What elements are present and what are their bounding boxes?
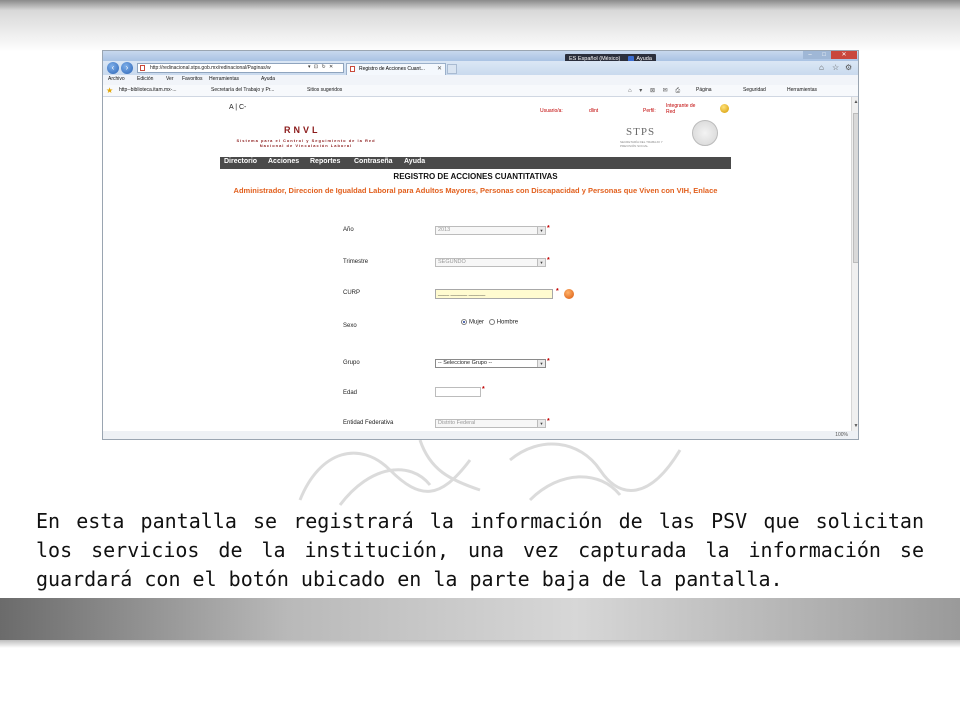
profile-label: Perfil:: [643, 108, 656, 114]
vertical-scrollbar[interactable]: ▲ ▼: [851, 97, 858, 431]
scroll-thumb[interactable]: [853, 113, 858, 263]
chevron-down-icon[interactable]: ▼: [537, 227, 545, 234]
watermark-emblem: [298, 439, 682, 506]
select-grupo-value: -- Seleccione Grupo --: [438, 360, 493, 366]
tab-title: Registro de Acciones Cuant...: [359, 66, 425, 72]
close-window-button[interactable]: ✕: [831, 51, 857, 59]
menu-herramientas[interactable]: Herramientas: [209, 76, 239, 82]
edad-input[interactable]: [435, 387, 481, 397]
required-mark: *: [547, 358, 550, 365]
form-subtitle: Administrador, Direccion de Igualdad Lab…: [233, 186, 718, 195]
label-edad: Edad: [343, 390, 358, 396]
label-curp: CURP: [343, 290, 361, 296]
select-entidad[interactable]: Distrito Federal ▼: [435, 419, 546, 428]
required-mark: *: [547, 225, 550, 232]
menu-ver[interactable]: Ver: [166, 76, 174, 82]
slide-band-shadow: [0, 640, 960, 648]
required-mark: *: [547, 418, 550, 425]
address-bar: ‹ › http://redinacional.stps.gob.mx/redi…: [103, 61, 858, 75]
required-mark: *: [556, 288, 559, 295]
label-trimestre: Trimestre: [343, 259, 369, 265]
favorite-link-biblioteca[interactable]: http--biblioteca.itam.mx-...: [119, 87, 177, 93]
user-name: dlint: [589, 108, 599, 114]
maximize-button[interactable]: □: [817, 51, 831, 59]
tab-page-icon: [350, 66, 355, 72]
toolbar-herramientas[interactable]: Herramientas: [787, 87, 817, 93]
minimize-button[interactable]: –: [803, 51, 817, 59]
agency-logo-text: STPS: [626, 126, 656, 138]
url-text: http://redinacional.stps.gob.mx/redinaci…: [150, 65, 271, 71]
favorites-star-icon[interactable]: ☆: [832, 63, 839, 72]
favorite-link-sugeridos[interactable]: Sitios sugeridos: [307, 87, 342, 93]
chevron-down-icon[interactable]: ▼: [537, 360, 545, 367]
slide-top-gradient: [0, 0, 960, 52]
nav-contrasena[interactable]: Contraseña: [354, 158, 393, 165]
menu-favoritos[interactable]: Favoritos: [182, 76, 203, 82]
scroll-down-icon[interactable]: ▼: [853, 423, 858, 429]
required-mark: *: [482, 386, 485, 393]
curp-lookup-icon[interactable]: [564, 289, 574, 299]
chevron-down-icon[interactable]: ▼: [537, 259, 545, 266]
menu-edicion[interactable]: Edición: [137, 76, 153, 82]
radio-hombre[interactable]: [488, 319, 495, 325]
radio-mujer[interactable]: [461, 319, 467, 325]
favorites-star-icon[interactable]: ★: [106, 87, 114, 95]
scroll-up-icon[interactable]: ▲: [853, 99, 858, 105]
select-grupo[interactable]: -- Seleccione Grupo -- ▼: [435, 359, 546, 368]
nav-acciones[interactable]: Acciones: [268, 158, 299, 165]
menu-bar: Archivo Edición Ver Favoritos Herramient…: [103, 75, 858, 85]
slide-caption: En esta pantalla se registrará la inform…: [36, 509, 924, 591]
status-bar: 100%: [103, 431, 858, 439]
nav-reportes[interactable]: Reportes: [310, 158, 340, 165]
browser-screenshot: – □ ✕ ES Español (México) Ayuda ‹ › http…: [102, 50, 859, 440]
new-tab-button[interactable]: [447, 64, 457, 74]
favorites-bar: ★ http--biblioteca.itam.mx-... Secretarí…: [103, 85, 858, 97]
sexo-radio-group: Mujer Hombre: [461, 319, 518, 326]
home-icon[interactable]: ⌂: [819, 63, 824, 72]
national-seal-icon: [692, 120, 718, 146]
profile-value: Integrante de Red: [666, 103, 696, 115]
settings-gear-icon[interactable]: ⚙: [845, 63, 852, 72]
label-anio: Año: [343, 227, 354, 233]
toolbar-pagina[interactable]: Página: [696, 87, 712, 93]
select-trimestre[interactable]: SEGUNDO ▼: [435, 258, 546, 267]
toolbar-seguridad[interactable]: Seguridad: [743, 87, 766, 93]
font-size-controls[interactable]: A | C-: [229, 104, 246, 111]
back-button[interactable]: ‹: [107, 62, 119, 74]
radio-mujer-label: Mujer: [469, 319, 485, 326]
label-sexo: Sexo: [343, 323, 357, 329]
browser-tab[interactable]: Registro de Acciones Cuant... ✕: [346, 63, 446, 75]
nav-ayuda[interactable]: Ayuda: [404, 158, 425, 165]
zoom-level[interactable]: 100%: [835, 432, 848, 438]
label-grupo: Grupo: [343, 360, 360, 366]
menu-ayuda[interactable]: Ayuda: [261, 76, 275, 82]
radio-hombre-label: Hombre: [496, 319, 519, 326]
logout-icon[interactable]: [720, 104, 729, 113]
favorite-link-stps[interactable]: Secretaría del Trabajo y Pr...: [211, 87, 274, 93]
select-anio-value: 2013: [438, 227, 451, 233]
select-anio[interactable]: 2013 ▼: [435, 226, 546, 235]
window-titlebar: – □ ✕: [103, 51, 858, 61]
required-mark: *: [547, 257, 550, 264]
page-icon: [140, 65, 145, 71]
menu-archivo[interactable]: Archivo: [108, 76, 125, 82]
select-trimestre-value: SEGUNDO: [438, 259, 466, 265]
forward-button[interactable]: ›: [121, 62, 133, 74]
form-title: REGISTRO DE ACCIONES CUANTITATIVAS: [393, 172, 558, 181]
user-label: Usuario/a:: [540, 108, 563, 114]
toolbar-icons[interactable]: ⌂ ▾ ⊠ ✉ ⎙: [628, 87, 683, 95]
refresh-icon[interactable]: ▾ ⊡ ↻ ✕: [308, 64, 334, 70]
nav-directorio[interactable]: Directorio: [224, 158, 257, 165]
app-name: RNVL: [284, 125, 321, 135]
curp-input[interactable]: ____ ______ ______: [435, 289, 553, 299]
chevron-down-icon[interactable]: ▼: [537, 420, 545, 427]
app-subtitle: Sistema para el Control y Seguimiento de…: [236, 138, 376, 148]
select-entidad-value: Distrito Federal: [438, 420, 476, 426]
close-tab-icon[interactable]: ✕: [437, 64, 442, 75]
slide-band: [0, 598, 960, 640]
label-entidad: Entidad Federativa: [343, 420, 394, 426]
app-nav-menu: Directorio Acciones Reportes Contraseña …: [220, 157, 731, 169]
agency-subtitle: SECRETARÍA DEL TRABAJO Y PREVISIÓN SOCIA…: [620, 140, 663, 148]
